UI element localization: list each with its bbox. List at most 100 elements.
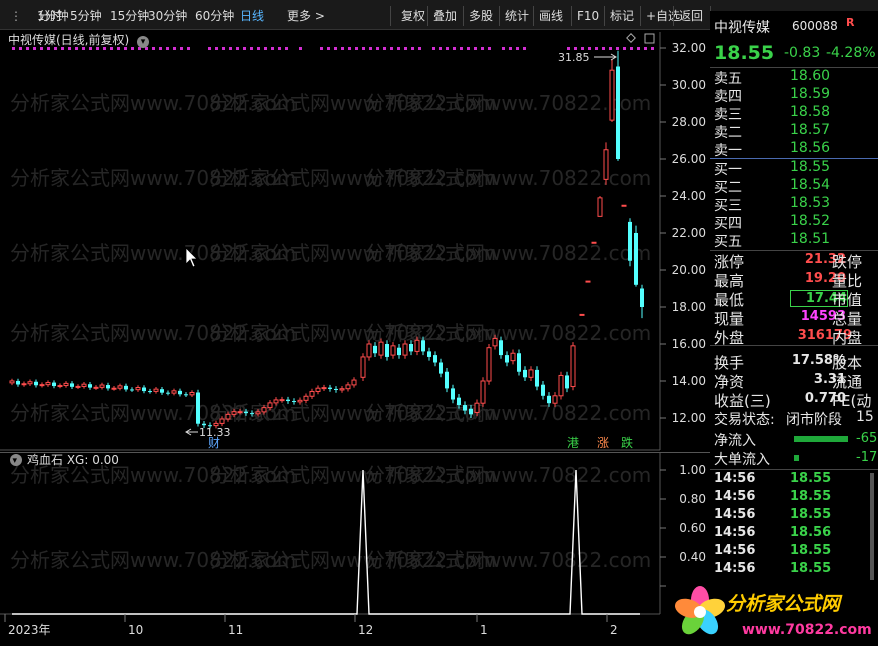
stock-code: 600088 xyxy=(792,19,838,33)
candle xyxy=(628,218,632,267)
ask-price: 18.56 xyxy=(790,140,831,156)
tick-time: 14:56 xyxy=(714,489,756,504)
tick-time: 14:56 xyxy=(714,543,756,558)
stat-label: 涨停 xyxy=(714,253,745,271)
flow-value: -17 xyxy=(856,450,878,465)
candle xyxy=(585,280,591,283)
x-axis-label: 2 xyxy=(610,623,618,637)
tick-time: 14:56 xyxy=(714,525,756,540)
watermark: 分析家公式网www.70822.com xyxy=(365,241,651,265)
stat-label-right: 总量 xyxy=(832,310,863,328)
y-tick-label: 24.00 xyxy=(672,189,706,203)
trade-status: 闭市阶段 xyxy=(786,412,842,428)
y-tick-label: 28.00 xyxy=(672,115,706,129)
tool-button-5[interactable]: F10 xyxy=(577,7,599,25)
candle xyxy=(621,204,627,207)
last-price: 18.55 xyxy=(714,42,775,64)
bid-price: 18.55 xyxy=(790,159,831,175)
event-label[interactable]: 港 xyxy=(567,435,581,450)
tool-button-7[interactable]: +自选 xyxy=(646,7,680,25)
period-tab-5[interactable]: 60分钟 xyxy=(195,7,234,25)
y-tick-label: 22.00 xyxy=(672,226,706,240)
menu-icon[interactable]: ⋮ xyxy=(10,7,22,25)
divider xyxy=(710,345,878,346)
collapse-icon[interactable]: ▾ xyxy=(137,36,150,48)
indicator-y-tick-label: 0.80 xyxy=(679,492,706,506)
indicator-y-tick-label: 0.60 xyxy=(679,521,706,535)
watermark: 分析家公式网www.70822.com xyxy=(365,463,651,487)
indicator-title: 鸡血石 XG: 0.00 xyxy=(27,452,119,467)
tool-button-4[interactable]: 画线 xyxy=(539,7,563,25)
candle xyxy=(196,389,200,427)
tick-price: 18.55 xyxy=(790,507,832,522)
event-label[interactable]: 涨 xyxy=(597,435,611,450)
svg-text:港: 港 xyxy=(567,436,579,450)
scrollbar[interactable] xyxy=(870,473,874,593)
toolbar-separator xyxy=(533,6,534,26)
indicator-collapse-icon[interactable]: ▾ xyxy=(10,454,22,466)
tick-price: 18.55 xyxy=(790,543,832,558)
site-logo: 分析家公式网 www.70822.com xyxy=(668,580,878,643)
tool-button-0[interactable]: 复权 xyxy=(401,7,425,25)
period-tab-1[interactable]: 1分钟 xyxy=(37,7,69,25)
y-tick-label: 26.00 xyxy=(672,152,706,166)
quote-panel: 中视传媒 600088 R 18.55 -0.83 -4.28% 卖五 18.60 卖四 18.5… xyxy=(710,11,878,643)
tool-button-3[interactable]: 统计 xyxy=(505,7,529,25)
ask-label: 卖三 xyxy=(714,107,742,123)
x-axis-label: 1 xyxy=(480,623,488,637)
tool-button-1[interactable]: 叠加 xyxy=(433,7,457,25)
y-tick-label: 12.00 xyxy=(672,411,706,425)
toolbar-separator xyxy=(390,6,391,26)
y-tick-label: 16.00 xyxy=(672,337,706,351)
ask-label: 卖二 xyxy=(714,125,742,141)
ask-price: 18.59 xyxy=(790,86,831,102)
period-tab-6[interactable]: 日线 xyxy=(240,7,264,25)
ask-label: 卖五 xyxy=(714,71,742,87)
divider xyxy=(710,469,878,470)
trade-status-label: 交易状态: xyxy=(714,412,775,428)
ask-price: 18.57 xyxy=(790,122,831,138)
period-tab-3[interactable]: 15分钟 xyxy=(110,7,149,25)
bid-price: 18.54 xyxy=(790,177,831,193)
kline-chart[interactable]: 32.00 30.00 28.00 26.00 24.00 22.00 20.00 18.00… xyxy=(0,30,710,452)
tool-button-6[interactable]: 标记 xyxy=(610,7,634,25)
tick-price: 18.55 xyxy=(790,561,832,576)
tool-button-2[interactable]: 多股 xyxy=(469,7,493,25)
toolbar-separator xyxy=(640,6,641,26)
event-label[interactable]: 跌 xyxy=(621,435,635,450)
stat-label-right: 跌停 xyxy=(832,253,863,271)
period-tab-2[interactable]: 5分钟 xyxy=(70,7,102,25)
chart-title-bar: 中视传媒(日线,前复权) ▾ xyxy=(8,31,150,49)
candle xyxy=(517,349,521,376)
event-label[interactable]: 财 xyxy=(208,435,222,450)
x-axis-label: 10 xyxy=(128,623,143,637)
flow-label: 净流入 xyxy=(714,433,756,449)
logo-url: www.70822.com xyxy=(742,622,872,638)
bid-label: 买一 xyxy=(714,162,742,178)
watermark: 分析家公式网www.70822.com xyxy=(365,548,651,572)
candle xyxy=(591,241,597,244)
bid-price: 18.53 xyxy=(790,195,831,211)
toolbar-separator xyxy=(427,6,428,26)
tool-button-8[interactable]: 返回 xyxy=(679,7,703,25)
stat-label: 收益(三) xyxy=(714,392,771,410)
x-axis-label: 2023年 xyxy=(8,623,51,637)
flow-bar xyxy=(794,436,848,442)
watermark: 分析家公式网www.70822.com xyxy=(365,321,651,345)
logo-text: 分析家公式网 xyxy=(726,593,843,615)
stat-label-right: 流通 xyxy=(832,373,863,391)
svg-text:涨: 涨 xyxy=(597,435,609,450)
candle xyxy=(634,225,638,287)
price-change-pct: -4.28% xyxy=(826,45,876,61)
toolbar-separator xyxy=(463,6,464,26)
period-tab-4[interactable]: 30分钟 xyxy=(148,7,187,25)
indicator-y-tick-label: 1.00 xyxy=(679,463,706,477)
flag-badge: R xyxy=(846,16,855,29)
watermark: 分析家公式网www.70822.com xyxy=(365,401,651,425)
indicator-chart[interactable]: 1.000.800.600.400.20分析家公式网www.70822.com分… xyxy=(0,452,710,643)
tick-time: 14:56 xyxy=(714,561,756,576)
period-tab-7[interactable]: 更多 > xyxy=(287,7,325,25)
indicator-y-tick-label: 0.40 xyxy=(679,550,706,564)
trade-status-tail: 15 xyxy=(856,409,874,425)
bid-label: 买三 xyxy=(714,198,742,214)
